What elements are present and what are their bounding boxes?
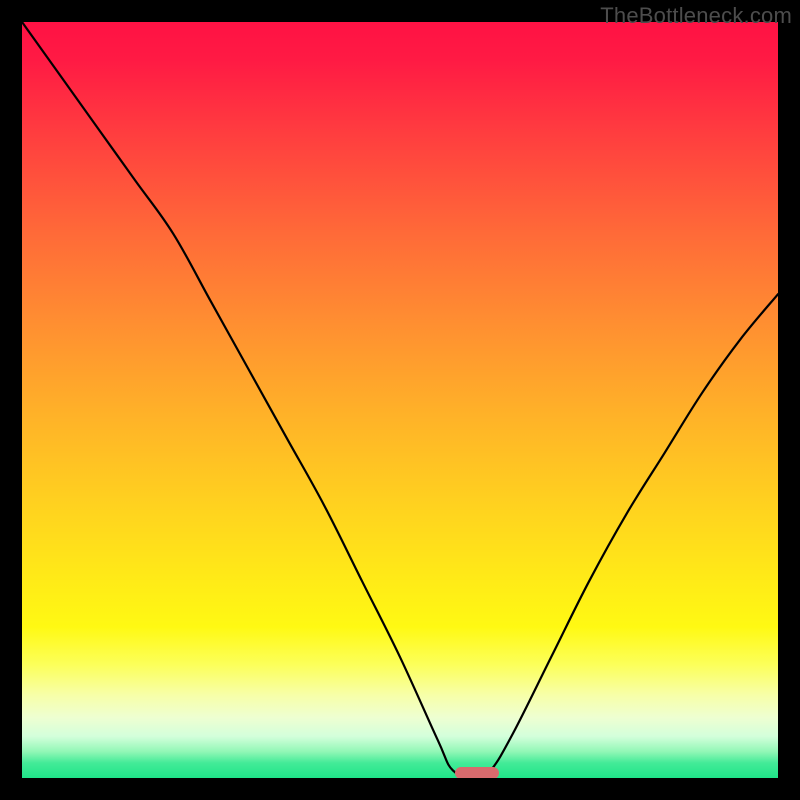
bottleneck-curve [22, 22, 778, 778]
watermark-text: TheBottleneck.com [600, 3, 792, 29]
chart-frame: TheBottleneck.com [0, 0, 800, 800]
curve-path [22, 22, 778, 778]
plot-area [22, 22, 778, 778]
optimal-marker [455, 767, 499, 778]
